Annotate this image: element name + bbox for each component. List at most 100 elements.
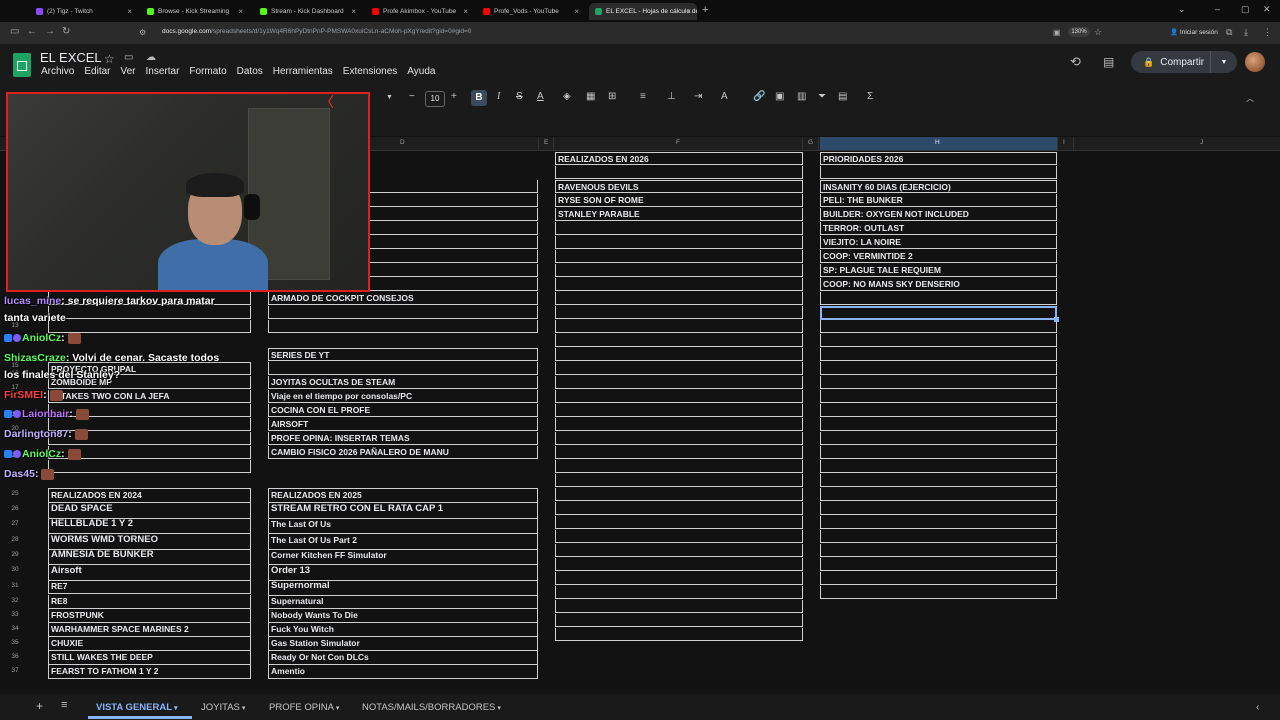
zoom-badge[interactable]: 130% <box>1068 27 1090 37</box>
empty-cell[interactable] <box>555 586 803 599</box>
empty-cell[interactable] <box>555 236 803 249</box>
tab-close-icon[interactable]: × <box>463 7 468 16</box>
menu-item[interactable]: Editar <box>84 66 110 77</box>
empty-cell[interactable] <box>555 404 803 417</box>
empty-cell[interactable] <box>268 320 538 333</box>
cell-realizado-2025[interactable]: Gas Station Simulator <box>268 637 538 651</box>
empty-cell[interactable] <box>820 502 1057 515</box>
empty-cell[interactable] <box>555 572 803 585</box>
empty-cell[interactable] <box>820 390 1057 403</box>
empty-cell[interactable] <box>820 446 1057 459</box>
cell-realizado-2024[interactable]: RE8 <box>48 595 251 609</box>
empty-cell[interactable] <box>555 600 803 613</box>
cell-prioridad[interactable]: SP: PLAGUE TALE REQUIEM <box>820 264 1057 277</box>
menu-item[interactable]: Herramientas <box>273 66 333 77</box>
browser-tab[interactable]: Browse - Kick Streaming × <box>141 3 249 20</box>
row-number[interactable]: 30 <box>2 566 28 573</box>
empty-cell[interactable] <box>268 362 538 375</box>
empty-cell[interactable] <box>820 488 1057 501</box>
align-left-icon[interactable]: ≡ <box>640 91 646 102</box>
sheet-tab[interactable]: PROFE OPINA ▾ <box>269 702 339 713</box>
insert-chart-icon[interactable]: ▥ <box>797 91 806 102</box>
empty-cell[interactable] <box>820 334 1057 347</box>
tab-close-icon[interactable]: × <box>127 7 132 16</box>
empty-cell[interactable] <box>820 544 1057 557</box>
cell-realizado-2024[interactable]: WORMS WMD TORNEO <box>48 534 251 550</box>
cell-realizado-2025[interactable]: STREAM RETRO CON EL RATA CAP 1 <box>268 503 538 519</box>
row-number[interactable]: 33 <box>2 611 28 618</box>
empty-cell[interactable] <box>820 474 1057 487</box>
move-folder-icon[interactable]: ▭ <box>124 52 133 63</box>
empty-cell[interactable] <box>820 418 1057 431</box>
history-icon[interactable]: ⟲ <box>1070 54 1081 70</box>
empty-cell[interactable] <box>48 460 251 473</box>
menu-item[interactable]: Ver <box>120 66 135 77</box>
sheet-tab[interactable]: VISTA GENERAL ▾ <box>96 702 177 713</box>
empty-cell[interactable] <box>555 446 803 459</box>
cell-realizado-2026[interactable]: RYSE SON OF ROME <box>555 194 803 207</box>
empty-cell[interactable] <box>555 348 803 361</box>
cell-realizado-2024[interactable]: CHUXIE <box>48 637 251 651</box>
cell-realizado-2024[interactable]: RE7 <box>48 580 251 594</box>
italic-button[interactable]: I <box>497 91 500 102</box>
cell-realizado-2025[interactable]: Fuck You Witch <box>268 623 538 637</box>
row-number[interactable]: 26 <box>2 505 28 512</box>
maximize-button[interactable]: ▢ <box>1241 4 1250 15</box>
sheet-tab-menu-icon[interactable]: ▾ <box>334 705 340 712</box>
empty-cell[interactable] <box>555 516 803 529</box>
cell-realizado-2025[interactable]: Amentio <box>268 665 538 679</box>
browser-tab[interactable]: EL EXCEL - Hojas de cálculo de × <box>589 3 697 20</box>
empty-cell[interactable] <box>555 278 803 291</box>
cell-series-item[interactable]: COCINA CON EL PROFE <box>268 404 538 417</box>
cell-prioridad[interactable]: INSANITY 60 DIAS (EJERCICIO) <box>820 180 1057 193</box>
cell-realizado-2025[interactable]: Corner Kitchen FF Simulator <box>268 549 538 565</box>
cell-prioridad[interactable]: VIEJITO: LA NOIRE <box>820 236 1057 249</box>
row-number[interactable]: 36 <box>2 653 28 660</box>
text-color-button[interactable]: A <box>537 91 544 102</box>
empty-cell[interactable] <box>555 628 803 641</box>
empty-cell[interactable] <box>820 320 1057 333</box>
forward-icon[interactable]: → <box>45 26 55 37</box>
cell-series-item[interactable]: CAMBIO FISICO 2026 PAÑALERO DE MANU <box>268 446 538 459</box>
tab-close-icon[interactable]: × <box>238 7 243 16</box>
functions-icon[interactable]: Σ <box>867 91 873 102</box>
cell-realizado-2025[interactable]: Supernormal <box>268 580 538 596</box>
vertical-align-icon[interactable]: ⊥ <box>667 91 676 102</box>
cell-realizado-2024[interactable]: HELLBLADE 1 Y 2 <box>48 518 251 534</box>
sheet-tab-menu-icon[interactable]: ▾ <box>240 705 246 712</box>
empty-cell[interactable] <box>555 488 803 501</box>
fill-color-icon[interactable]: ◈ <box>563 91 571 102</box>
cell-prioridad[interactable]: COOP: NO MANS SKY DENSERIO <box>820 278 1057 291</box>
cell-realizado-2024[interactable]: DEAD SPACE <box>48 503 251 519</box>
empty-cell[interactable] <box>555 362 803 375</box>
cell-realizado-2025[interactable]: Order 13 <box>268 565 538 581</box>
col-header-d[interactable]: D <box>400 139 405 146</box>
row-number[interactable]: 37 <box>2 667 28 674</box>
cell-realizado-2026[interactable]: RAVENOUS DEVILS <box>555 180 803 193</box>
col-header-h[interactable]: H <box>935 139 940 146</box>
empty-cell[interactable] <box>820 166 1057 179</box>
increase-font-icon[interactable]: + <box>451 91 457 102</box>
new-tab-button[interactable]: + <box>702 4 708 16</box>
browser-tab[interactable]: (2) Tigz - Twitch × <box>30 3 138 20</box>
empty-cell[interactable] <box>555 264 803 277</box>
header-realizados-2024[interactable]: REALIZADOS EN 2024 <box>48 488 251 503</box>
menu-item[interactable]: Ayuda <box>407 66 435 77</box>
document-title[interactable]: EL EXCEL <box>40 50 102 65</box>
extensions-icon[interactable]: ⧉ <box>1226 27 1232 38</box>
col-header-e[interactable]: E <box>544 139 548 146</box>
sheet-tab-menu-icon[interactable]: ▾ <box>495 705 501 712</box>
bookmark-star-icon[interactable]: ☆ <box>1094 27 1102 38</box>
scroll-sheets-icon[interactable]: ‹ <box>1256 702 1259 713</box>
row-number[interactable]: 31 <box>2 582 28 589</box>
font-dropdown-icon[interactable]: ▼ <box>386 94 393 101</box>
site-info-icon[interactable]: ⚙ <box>139 28 146 37</box>
cell-realizado-2025[interactable]: Ready Or Not Con DLCs <box>268 651 538 665</box>
row-number[interactable]: 35 <box>2 639 28 646</box>
install-app-icon[interactable]: ▣ <box>1053 28 1061 37</box>
insert-comment-icon[interactable]: ▣ <box>775 91 784 102</box>
sidebar-icon[interactable]: ▭ <box>10 26 19 37</box>
sheet-tab[interactable]: NOTAS/MAILS/BORRADORES ▾ <box>362 702 501 713</box>
empty-cell[interactable] <box>820 292 1057 305</box>
row-number[interactable]: 29 <box>2 551 28 558</box>
